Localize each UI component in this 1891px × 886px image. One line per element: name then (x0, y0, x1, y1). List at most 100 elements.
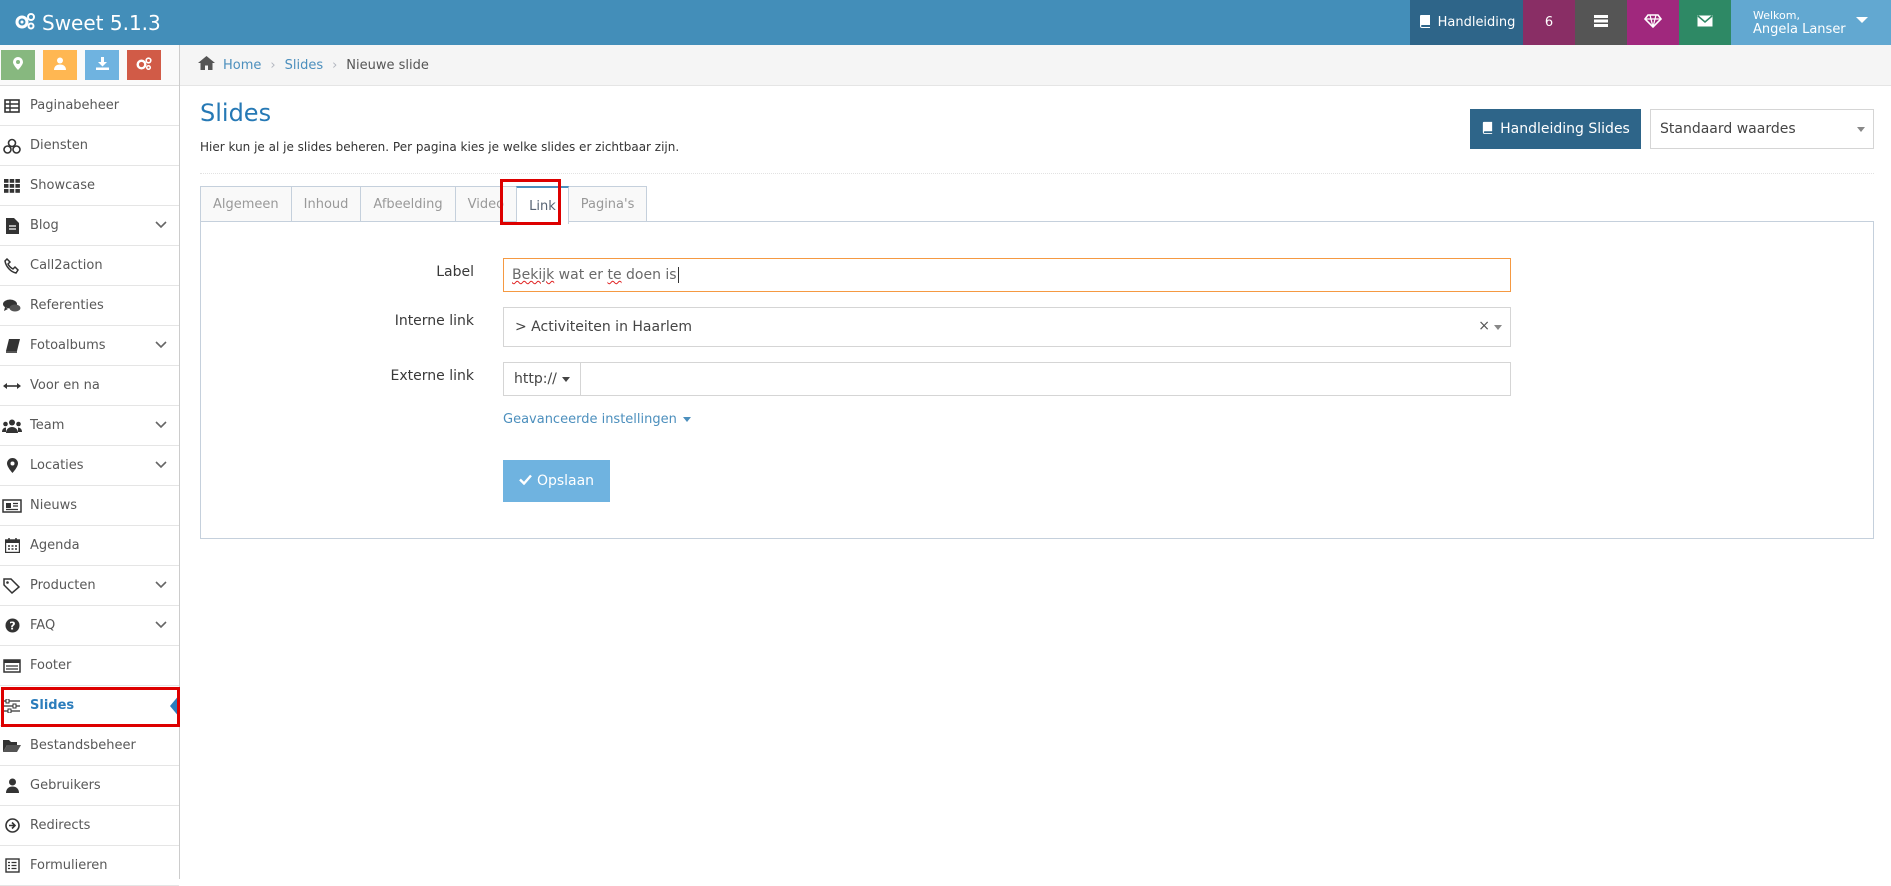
sidebar-item-label: Nieuws (30, 498, 77, 513)
chevron-down-icon (155, 338, 167, 353)
text-cursor (677, 267, 679, 283)
sidebar-item-fotoalbums[interactable]: Fotoalbums (0, 326, 179, 366)
notification-count-button[interactable]: 6 (1523, 0, 1575, 45)
sidebar-item-diensten[interactable]: Diensten (0, 126, 179, 166)
server-icon (1593, 14, 1609, 32)
sidebar-item-slides[interactable]: Slides (0, 686, 180, 726)
protocol-value: http:// (514, 371, 557, 387)
breadcrumb-current: Nieuwe slide (346, 57, 429, 73)
sidebar-item-nieuws[interactable]: Nieuws (0, 486, 179, 526)
diamond-icon (1643, 13, 1663, 32)
sidebar-item-bestandsbeheer[interactable]: Bestandsbeheer (0, 726, 179, 766)
app-title: Sweet 5.1.3 (42, 10, 161, 35)
sidebar-item-agenda[interactable]: Agenda (0, 526, 179, 566)
sidebar-item-paginabeheer[interactable]: Paginabeheer (0, 86, 179, 126)
chevron-down-icon (155, 418, 167, 433)
map-marker-icon (2, 456, 22, 476)
mail-button[interactable] (1679, 0, 1731, 45)
external-link-label: Externe link (390, 368, 474, 384)
breadcrumb-home[interactable]: Home (223, 58, 261, 73)
sidebar-item-referenties[interactable]: Referenties (0, 286, 179, 326)
notification-count: 6 (1544, 15, 1554, 30)
internal-link-value: > Activiteiten in Haarlem (515, 319, 692, 335)
arrows-h-icon (2, 376, 22, 396)
sidebar-item-producten[interactable]: Producten (0, 566, 179, 606)
active-marker (170, 694, 180, 718)
tab-inhoud[interactable]: Inhoud (290, 186, 362, 222)
external-link-input[interactable] (580, 362, 1511, 396)
advanced-settings-link[interactable]: Geavanceerde instellingen (503, 412, 691, 427)
sidebar-item-label: Slides (30, 698, 75, 713)
label-input-word-4: doen is (621, 267, 677, 283)
sidebar-item-label: Blog (30, 218, 59, 233)
shortcut-user-button[interactable] (43, 50, 77, 80)
label-input[interactable]: Bekijk wat er te doen is (503, 258, 1511, 292)
sidebar-item-blog[interactable]: Blog (0, 206, 179, 246)
advanced-settings-label: Geavanceerde instellingen (503, 412, 677, 427)
sidebar: Paginabeheer Diensten Showcase Blog Call… (0, 45, 180, 886)
sidebar-shortcuts (0, 45, 179, 86)
sidebar-item-label: Redirects (30, 818, 91, 833)
sidebar-item-label: Call2action (30, 258, 103, 273)
tab-bar: Algemeen Inhoud Afbeelding Video Link Pa… (200, 186, 648, 224)
defaults-select[interactable]: Standaard waardes (1650, 109, 1874, 149)
sidebar-item-voor-en-na[interactable]: Voor en na (0, 366, 179, 406)
user-menu[interactable]: Welkom, Angela Lanser (1731, 0, 1891, 45)
caret-down-icon (1494, 325, 1502, 330)
sidebar-item-footer[interactable]: Footer (0, 646, 179, 686)
tab-video[interactable]: Video (454, 186, 518, 222)
sidebar-item-label: FAQ (30, 618, 56, 633)
manual-slides-button[interactable]: Handleiding Slides (1470, 109, 1641, 149)
label-input-word-1: Bekijk (512, 267, 555, 283)
sliders-icon (2, 696, 22, 716)
label-input-word-2: wat er (554, 267, 608, 283)
user-name: Angela Lanser (1753, 21, 1846, 37)
comments-icon (2, 296, 22, 316)
sidebar-item-label: Team (30, 418, 65, 433)
shortcut-locations-button[interactable] (1, 50, 35, 80)
sidebar-item-call2action[interactable]: Call2action (0, 246, 179, 286)
cms-button[interactable] (1575, 0, 1627, 45)
sidebar-item-team[interactable]: Team (0, 406, 179, 446)
sidebar-item-locaties[interactable]: Locaties (0, 446, 179, 486)
book-icon (1418, 14, 1438, 32)
sidebar-item-label: Bestandsbeheer (30, 738, 136, 753)
tags-icon (2, 576, 22, 596)
cogs-icon (14, 11, 42, 35)
sidebar-item-showcase[interactable]: Showcase (0, 166, 179, 206)
sidebar-item-label: Paginabeheer (30, 98, 120, 113)
tab-link[interactable]: Link (516, 186, 569, 224)
sidebar-item-gebruikers[interactable]: Gebruikers (0, 766, 179, 806)
chevron-down-icon (155, 218, 167, 233)
sidebar-item-label: Fotoalbums (30, 338, 106, 353)
shortcut-settings-button[interactable] (127, 50, 161, 80)
chevron-down-icon (155, 618, 167, 633)
tab-algemeen[interactable]: Algemeen (200, 186, 292, 222)
table-icon (2, 96, 22, 116)
manual-button[interactable]: Handleiding (1410, 0, 1523, 45)
brand[interactable]: Sweet 5.1.3 (14, 0, 161, 45)
save-button[interactable]: Opslaan (503, 460, 610, 502)
internal-link-select[interactable]: > Activiteiten in Haarlem × (503, 307, 1511, 347)
shortcut-download-button[interactable] (85, 50, 119, 80)
home-icon[interactable] (198, 56, 215, 74)
sidebar-item-label: Locaties (30, 458, 84, 473)
manual-label: Handleiding (1437, 15, 1516, 30)
newspaper-icon (2, 496, 22, 516)
check-icon (519, 473, 537, 489)
breadcrumb-slides[interactable]: Slides (285, 58, 324, 73)
book-icon (1481, 121, 1500, 138)
tab-paginas[interactable]: Pagina's (567, 186, 648, 222)
tab-afbeelding[interactable]: Afbeelding (360, 186, 456, 222)
clear-icon[interactable]: × (1478, 318, 1490, 334)
protocol-dropdown[interactable]: http:// (503, 362, 581, 396)
caret-down-icon (682, 417, 691, 422)
sidebar-item-faq[interactable]: ? FAQ (0, 606, 179, 646)
gem-button[interactable] (1627, 0, 1679, 45)
envelope-icon (1697, 14, 1713, 31)
sidebar-item-formulieren[interactable]: Formulieren (0, 846, 179, 886)
sidebar-item-redirects[interactable]: Redirects (0, 806, 179, 846)
user-text: Welkom, Angela Lanser (1753, 10, 1846, 36)
caret-down-icon (1855, 16, 1868, 23)
sidebar-item-label: Producten (30, 578, 96, 593)
